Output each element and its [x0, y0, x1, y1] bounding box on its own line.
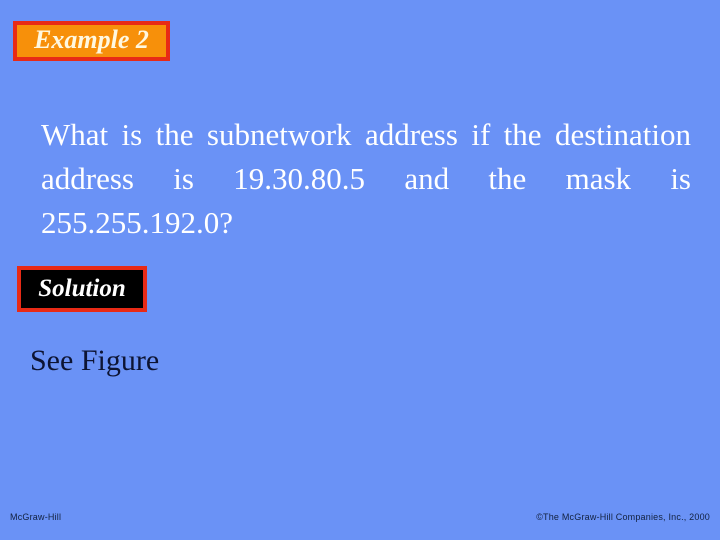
footer-publisher-label: McGraw-Hill	[10, 512, 62, 522]
solution-title-label: Solution	[38, 274, 126, 302]
presentation-slide: Example 2 What is the subnetwork address…	[0, 0, 720, 540]
footer-copyright-label: ©The McGraw-Hill Companies, Inc., 2000	[536, 512, 710, 522]
example-title-label: Example 2	[34, 25, 149, 54]
solution-body-text: See Figure	[30, 344, 160, 377]
question-text: What is the subnetwork address if the de…	[41, 117, 691, 240]
solution-title-banner: Solution	[17, 266, 147, 312]
question-block: What is the subnetwork address if the de…	[41, 113, 691, 245]
example-title-banner: Example 2	[13, 21, 170, 61]
